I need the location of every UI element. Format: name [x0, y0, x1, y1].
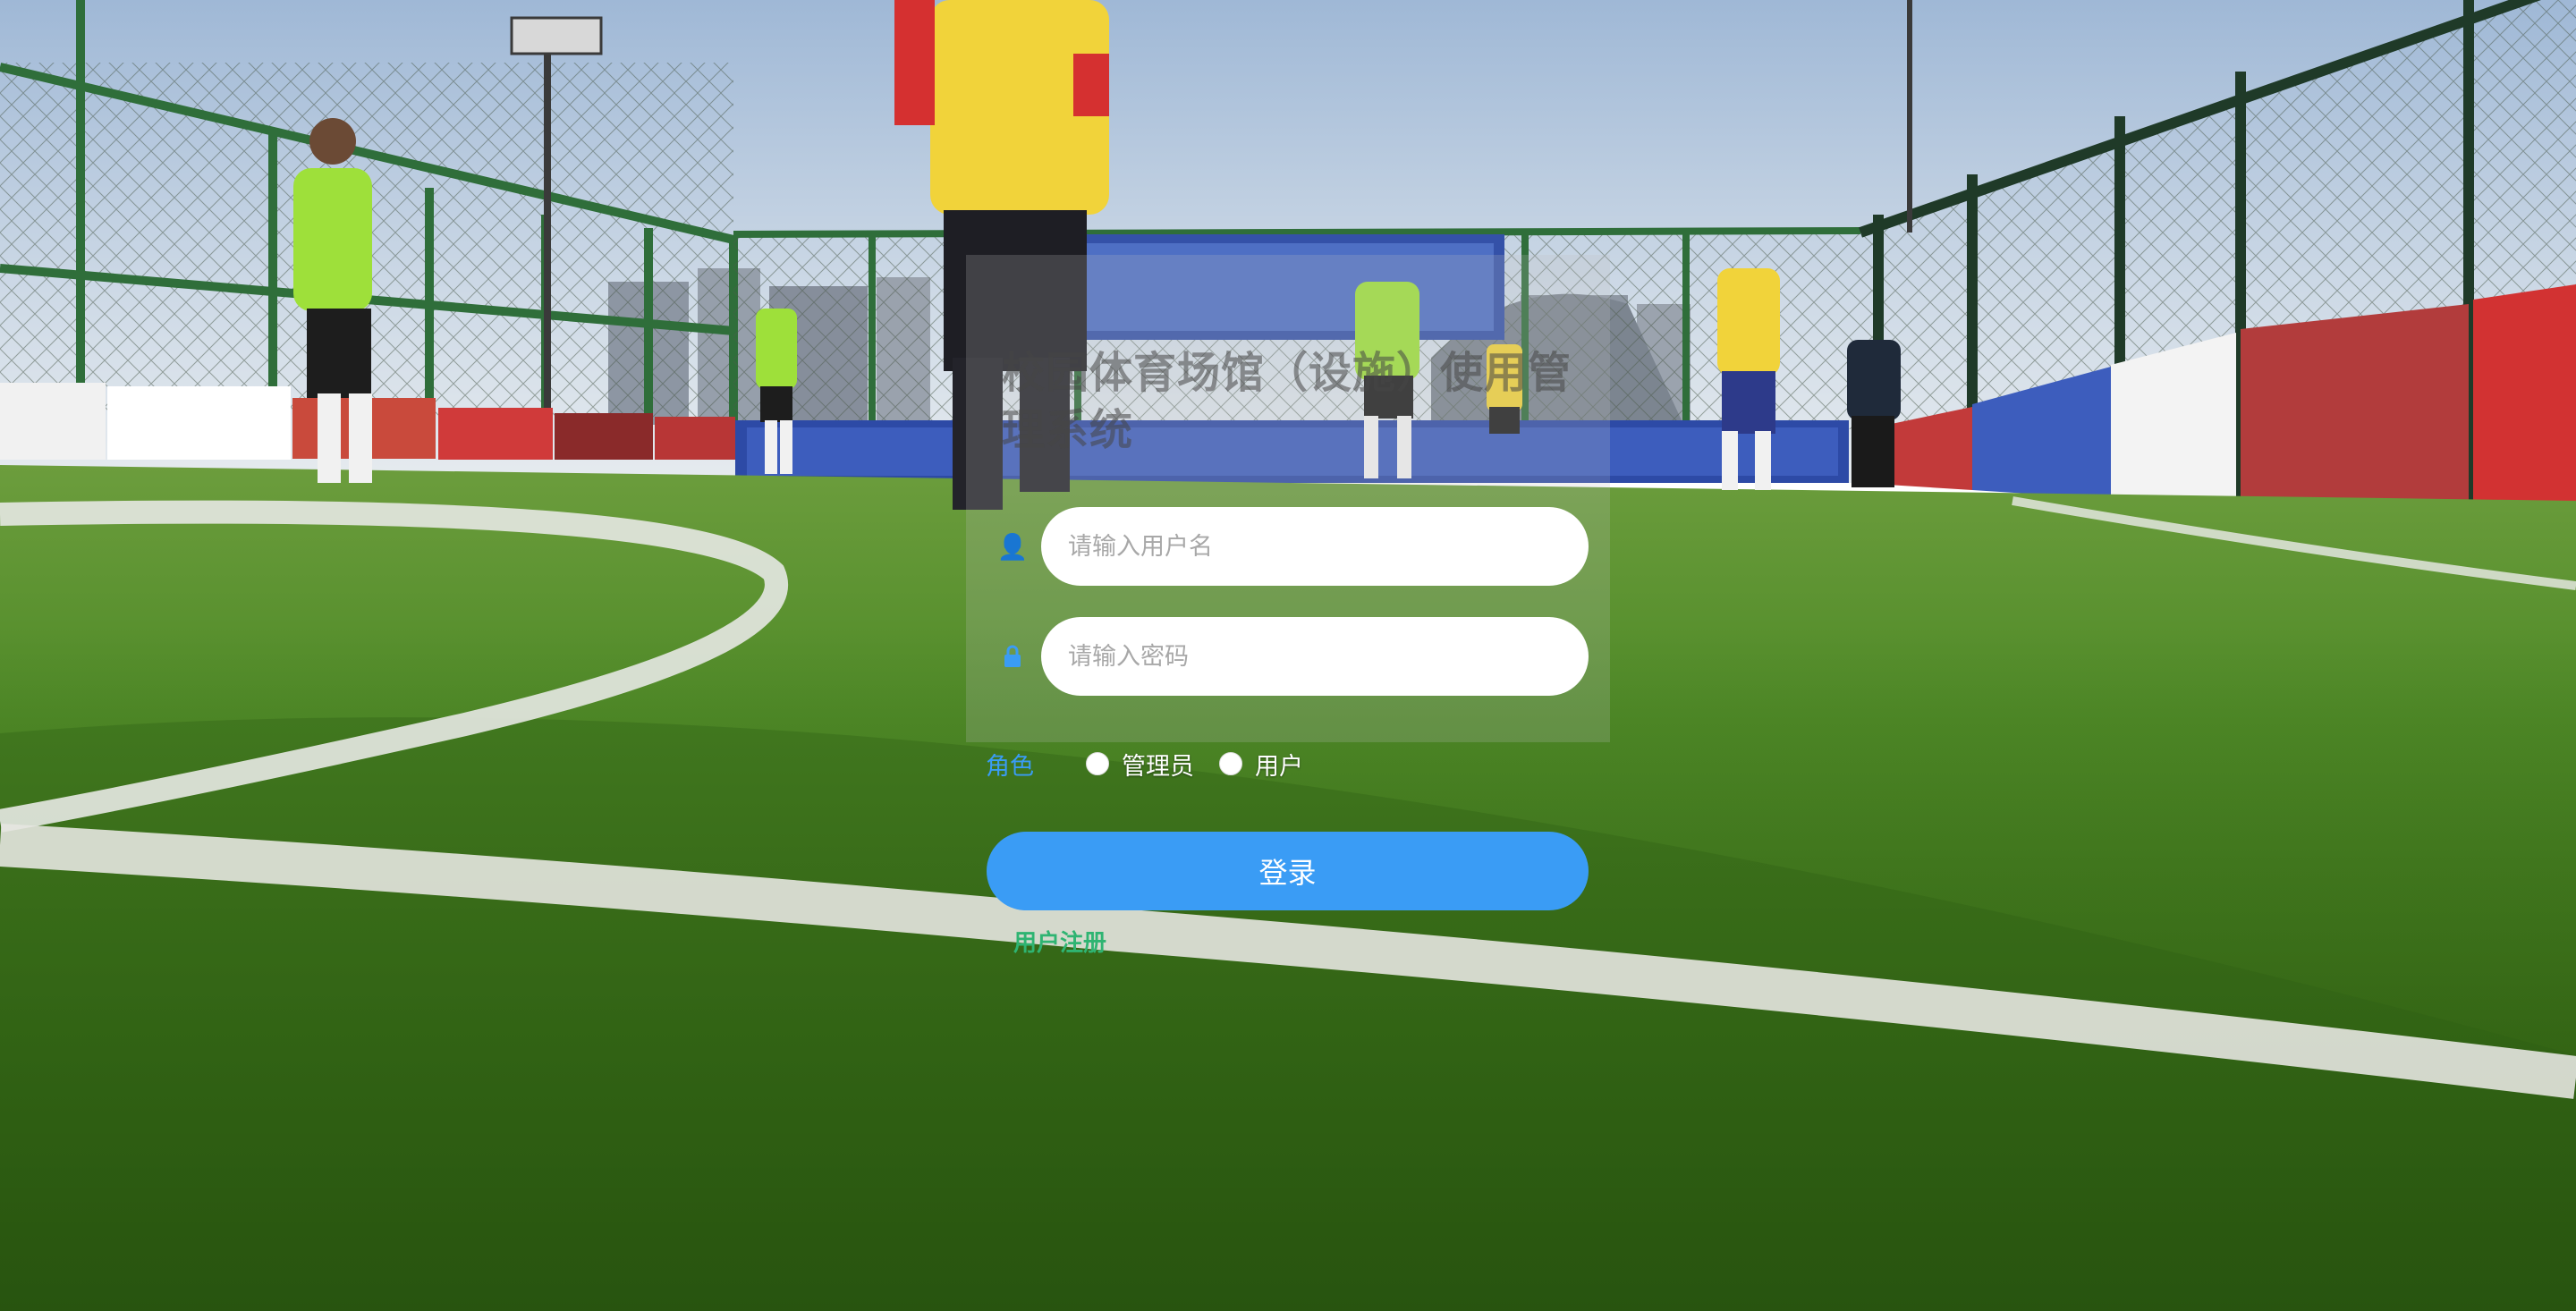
role-label: 角色 — [986, 752, 1034, 781]
page-title: 校园体育场馆（设施）使用管理系统 — [1002, 348, 1572, 455]
role-selector: 角色 管理员 用户 — [986, 746, 1328, 782]
username-input[interactable] — [1041, 507, 1589, 586]
username-row: 👤 — [984, 507, 1041, 586]
password-input[interactable] — [1041, 617, 1589, 696]
role-radio-admin[interactable] — [1086, 752, 1109, 775]
login-page: 校园体育场馆（设施）使用管理系统 👤 角色 管理员 用户 登录 用户注册 — [0, 0, 2576, 1311]
role-radio-user[interactable] — [1219, 752, 1242, 775]
login-button[interactable]: 登录 — [987, 832, 1589, 910]
lock-icon — [984, 628, 1041, 685]
user-icon: 👤 — [996, 531, 1029, 562]
register-link[interactable]: 用户注册 — [1013, 925, 1106, 958]
password-row — [984, 617, 1041, 696]
role-option-admin-label[interactable]: 管理员 — [1122, 747, 1194, 782]
role-option-user-label[interactable]: 用户 — [1255, 747, 1303, 782]
